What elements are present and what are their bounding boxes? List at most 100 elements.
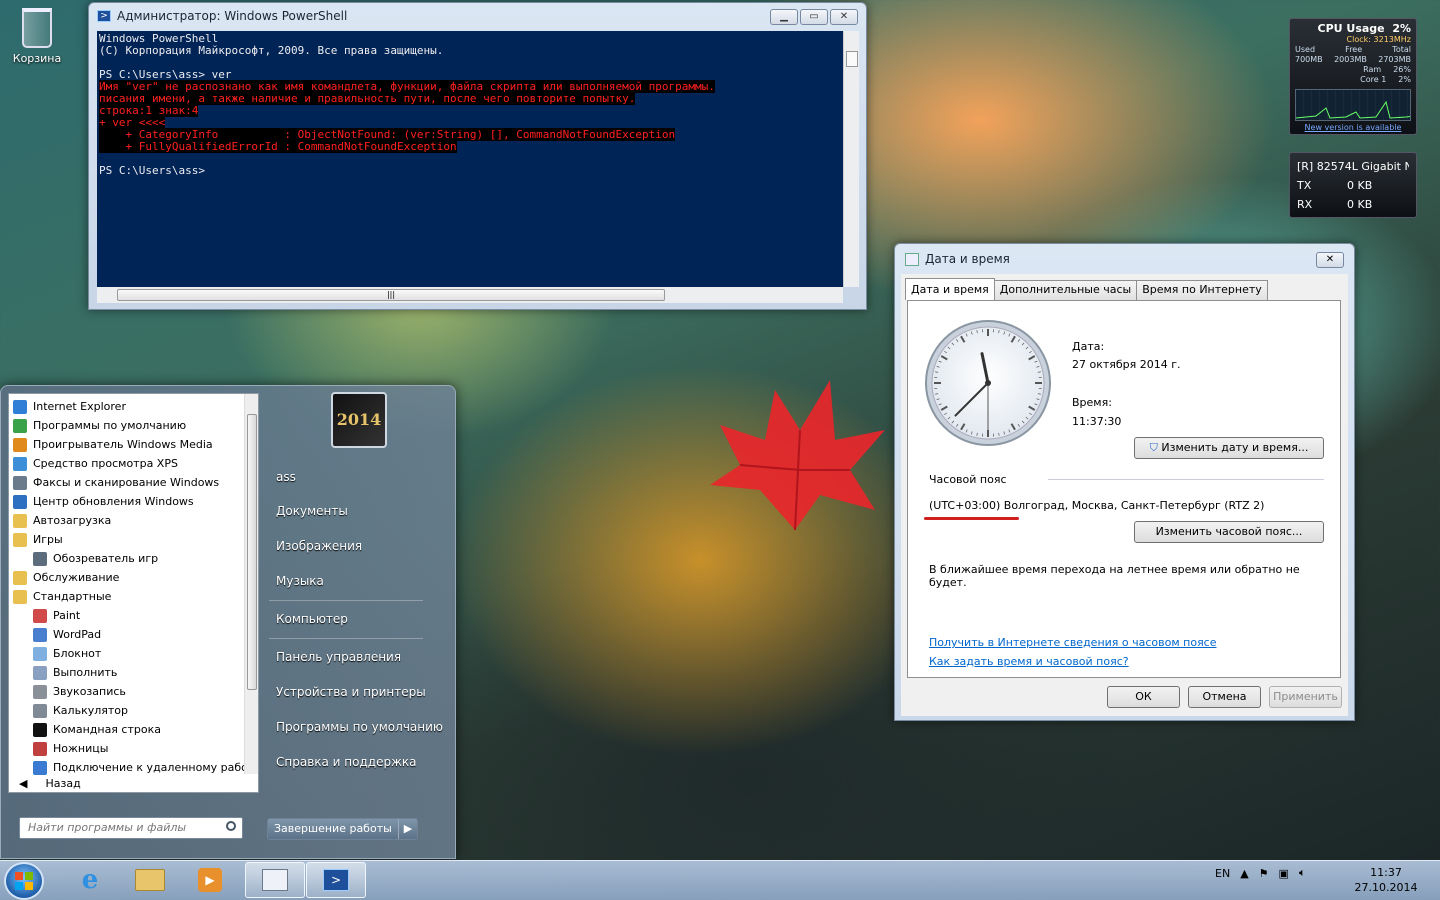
program-item[interactable]: Центр обновления Windows [13, 492, 245, 511]
program-item[interactable]: Стандартные [13, 587, 245, 606]
program-item[interactable]: Выполнить [33, 663, 245, 682]
program-item[interactable]: Автозагрузка [13, 511, 245, 530]
program-item[interactable]: WordPad [33, 625, 245, 644]
taskbar-datetime-window[interactable] [245, 862, 305, 898]
taskbar-media-player[interactable]: ▶ [180, 862, 240, 898]
program-item[interactable]: Обозреватель игр [33, 549, 245, 568]
program-label: Выполнить [53, 666, 118, 679]
separator [269, 600, 423, 601]
start-documents[interactable]: Документы [276, 504, 348, 518]
datetime-titlebar[interactable]: Дата и время [895, 244, 1354, 274]
program-label: Ножницы [53, 742, 109, 755]
taskbar-powershell-window[interactable]: > [306, 862, 366, 898]
program-icon [13, 589, 27, 604]
change-datetime-button[interactable]: ⛉ Изменить дату и время... [1134, 437, 1324, 459]
timezone-help-link[interactable]: Как задать время и часовой пояс? [929, 655, 1129, 668]
chevron-up-icon[interactable]: ▲ [1240, 867, 1248, 880]
start-help-support[interactable]: Справка и поддержка [276, 755, 417, 769]
cpu-total: 2703MB [1378, 55, 1411, 64]
change-timezone-button[interactable]: Изменить часовой пояс... [1134, 521, 1324, 543]
program-icon [13, 456, 27, 471]
program-item[interactable]: Факсы и сканирование Windows [13, 473, 245, 492]
powershell-window[interactable]: > Администратор: Windows PowerShell ▁ ▭ … [88, 2, 867, 310]
scroll-thumb[interactable] [846, 51, 858, 67]
console-error-line: + FullyQualifiedErrorId : CommandNotFoun… [99, 140, 457, 153]
apply-button[interactable]: Применить [1269, 686, 1342, 708]
network-gadget[interactable]: [R] 82574L Gigabit N TX 0 KB RX 0 KB [1289, 152, 1417, 218]
start-devices-printers[interactable]: Устройства и принтеры [276, 685, 426, 699]
taskbar-clock[interactable]: 11:37 27.10.2014 [1350, 865, 1422, 895]
close-button[interactable]: ✕ [1316, 252, 1344, 268]
program-item[interactable]: Блокнот [33, 644, 245, 663]
start-pictures[interactable]: Изображения [276, 539, 362, 553]
close-button[interactable]: ✕ [830, 9, 858, 25]
shutdown-options-arrow-icon[interactable]: ▶ [397, 819, 417, 839]
program-icon [13, 570, 27, 585]
tab-additional-clocks[interactable]: Дополнительные часы [993, 280, 1138, 300]
program-icon [13, 475, 27, 490]
cpu-update-link[interactable]: New version is available [1295, 123, 1411, 132]
programs-scrollbar[interactable] [244, 394, 258, 774]
search-input[interactable]: Найти программы и файлы [19, 817, 243, 839]
start-music[interactable]: Музыка [276, 574, 324, 588]
start-user-ass[interactable]: ass [276, 470, 296, 484]
taskbar-internet-explorer[interactable]: e [60, 862, 120, 898]
program-item[interactable]: Программы по умолчанию [13, 416, 245, 435]
program-icon [33, 741, 47, 756]
shutdown-label: Завершение работы [274, 822, 392, 835]
programs-list[interactable]: Internet Explorer Программы по умолчанию П… [8, 393, 259, 793]
start-orb-button[interactable] [4, 862, 44, 900]
program-item[interactable]: Игры [13, 530, 245, 549]
ok-button[interactable]: ОК [1107, 686, 1180, 708]
powershell-console[interactable]: Windows PowerShell (C) Корпорация Майкрос… [97, 31, 843, 287]
start-default-programs[interactable]: Программы по умолчанию [276, 720, 443, 734]
powershell-titlebar[interactable]: > Администратор: Windows PowerShell [89, 3, 866, 29]
program-icon [13, 532, 27, 547]
start-computer[interactable]: Компьютер [276, 612, 348, 626]
program-item[interactable]: Проигрыватель Windows Media [13, 435, 245, 454]
program-label: Командная строка [53, 723, 161, 736]
dst-note: В ближайшее время перехода на летнее вре… [929, 563, 1300, 589]
maximize-button[interactable]: ▭ [800, 9, 828, 25]
start-control-panel[interactable]: Панель управления [276, 650, 401, 664]
program-icon [13, 437, 27, 452]
volume-icon[interactable]: 🔈︎ [1299, 866, 1306, 880]
flag-icon[interactable]: ⚑ [1259, 867, 1269, 880]
cancel-button[interactable]: Отмена [1188, 686, 1261, 708]
program-item[interactable]: Internet Explorer [13, 397, 245, 416]
program-item[interactable]: Ножницы [33, 739, 245, 758]
timezone-info-link[interactable]: Получить в Интернете сведения о часовом … [929, 636, 1217, 649]
cpu-usage-gadget[interactable]: CPU Usage 2% Clock: 3213MHz Used Free Tota… [1289, 18, 1417, 135]
net-rx: 0 KB [1347, 198, 1373, 211]
console-vertical-scrollbar[interactable] [843, 31, 859, 287]
tab-date-time[interactable]: Дата и время [905, 278, 995, 300]
program-item[interactable]: Подключение к удаленному рабо [33, 758, 245, 777]
tab-internet-time[interactable]: Время по Интернету [1136, 280, 1268, 300]
console-horizontal-scrollbar[interactable]: ||| [97, 287, 843, 303]
program-item[interactable]: Обслуживание [13, 568, 245, 587]
program-item[interactable]: Paint [33, 606, 245, 625]
program-icon [33, 627, 47, 642]
shutdown-button[interactable]: Завершение работы ▶ [267, 818, 419, 840]
language-indicator[interactable]: EN [1215, 867, 1230, 880]
wallpaper-leaf [710, 380, 885, 531]
recycle-bin-desktop-icon[interactable]: Корзина [8, 8, 66, 65]
program-item[interactable]: Средство просмотра XPS [13, 454, 245, 473]
net-adapter: [R] 82574L Gigabit N [1297, 160, 1409, 173]
minimize-button[interactable]: ▁ [770, 9, 798, 25]
network-icon[interactable]: ▣ [1279, 867, 1289, 880]
avatar[interactable]: 2014 [331, 392, 387, 448]
console-line: PS C:\Users\ass> [99, 164, 205, 177]
taskbar-explorer[interactable] [120, 862, 180, 898]
back-label: Назад [45, 777, 81, 790]
back-button[interactable]: ◀ Назад [19, 777, 81, 790]
program-item[interactable]: Калькулятор [33, 701, 245, 720]
scroll-thumb[interactable] [247, 414, 257, 690]
program-item[interactable]: Звукозапись [33, 682, 245, 701]
datetime-dialog[interactable]: Дата и время ✕ Дата и время Дополнительн… [894, 243, 1355, 721]
scroll-thumb[interactable]: ||| [117, 289, 665, 301]
time-label: Время: [1072, 396, 1112, 409]
program-item[interactable]: Командная строка [33, 720, 245, 739]
start-menu[interactable]: Internet Explorer Программы по умолчанию П… [0, 385, 456, 859]
net-rx-label: RX [1297, 198, 1313, 211]
